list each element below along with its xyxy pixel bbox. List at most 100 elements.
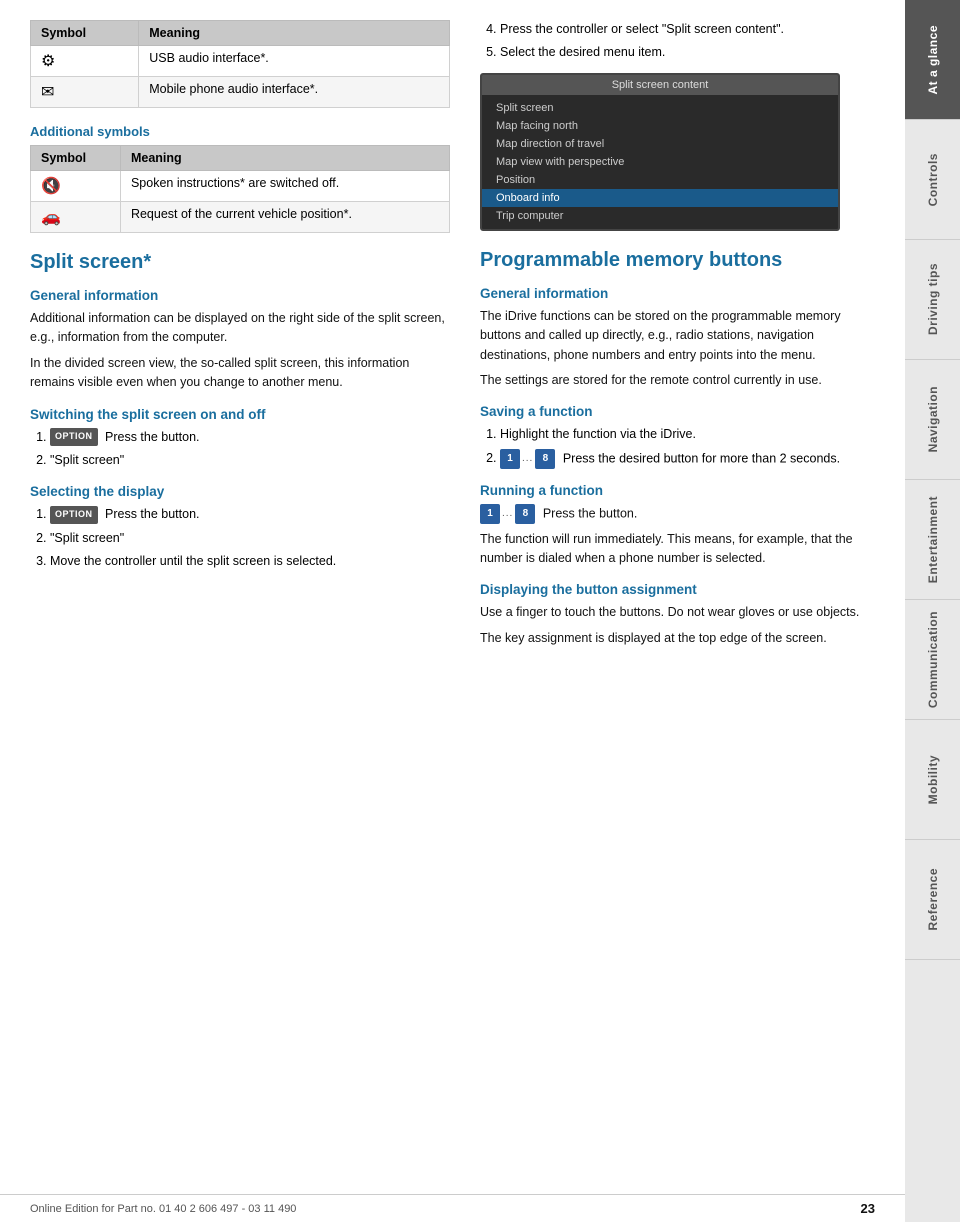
general-info-heading-left: General information: [30, 288, 450, 303]
running-step-label: Press the button.: [543, 506, 638, 520]
displaying-heading: Displaying the button assignment: [480, 582, 875, 597]
gen-info-text-2: The settings are stored for the remote c…: [480, 371, 875, 390]
list-item: Move the controller until the split scre…: [50, 552, 450, 571]
selecting-steps-list: OPTION Press the button. "Split screen" …: [30, 505, 450, 571]
sidebar-tab-label: At a glance: [926, 25, 940, 95]
meaning-col-header-2: Meaning: [120, 146, 449, 171]
btn-8-run-icon: 8: [515, 504, 535, 524]
general-info-text-1: Additional information can be displayed …: [30, 309, 450, 348]
screen-menu-item: Position: [482, 171, 838, 189]
screen-menu-item-highlighted: Onboard info: [482, 189, 838, 207]
symbol-cell: ⚙: [31, 46, 139, 77]
button-group-save: 1 ... 8: [500, 449, 555, 469]
sidebar-tab-navigation[interactable]: Navigation: [905, 360, 960, 480]
gen-info-text-1: The iDrive functions can be stored on th…: [480, 307, 875, 365]
table-row: 🔇 Spoken instructions* are switched off.: [31, 171, 450, 202]
table-row: ✉ Mobile phone audio interface*.: [31, 77, 450, 108]
sidebar-tab-label: Navigation: [926, 386, 940, 452]
programmable-heading: Programmable memory buttons: [480, 249, 875, 272]
screen-menu-item: Split screen: [482, 99, 838, 117]
symbol-cell: ✉: [31, 77, 139, 108]
sidebar-tab-label: Reference: [926, 868, 940, 931]
running-text: The function will run immediately. This …: [480, 530, 875, 569]
option-button-icon: OPTION: [50, 428, 98, 446]
screen-menu-item: Map direction of travel: [482, 135, 838, 153]
selecting-step-1: Press the button.: [105, 507, 200, 521]
dots-icon: ...: [522, 451, 533, 467]
meaning-cell: Request of the current vehicle position*…: [120, 202, 449, 233]
sidebar-tab-label: Entertainment: [926, 496, 940, 583]
sidebar-tab-label: Controls: [926, 153, 940, 206]
list-item: Press the controller or select "Split sc…: [500, 20, 875, 39]
selecting-heading: Selecting the display: [30, 484, 450, 499]
screen-image: Split screen content Split screen Map fa…: [480, 73, 840, 231]
page-container: Symbol Meaning ⚙ USB audio interface*. ✉: [0, 0, 960, 1222]
screen-menu-item: Map facing north: [482, 117, 838, 135]
list-item: OPTION Press the button.: [50, 428, 450, 447]
sidebar-tab-communication[interactable]: Communication: [905, 600, 960, 720]
speaker-off-icon: 🔇: [41, 178, 61, 195]
gen-info-heading-right: General information: [480, 286, 875, 301]
symbol-table-1: Symbol Meaning ⚙ USB audio interface*. ✉: [30, 20, 450, 108]
symbol-table-2: Symbol Meaning 🔇 Spoken instructions* ar…: [30, 145, 450, 233]
list-item: 1 ... 8 Press the desired button for mor…: [500, 449, 875, 469]
screen-menu-item: Map view with perspective: [482, 153, 838, 171]
option-button-icon-2: OPTION: [50, 506, 98, 524]
saving-steps-list: Highlight the function via the iDrive. 1…: [480, 425, 875, 468]
list-item: OPTION Press the button.: [50, 505, 450, 524]
saving-step-2-text: Press the desired button for more than 2…: [563, 451, 840, 465]
symbol-cell: 🚗: [31, 202, 121, 233]
list-item: "Split screen": [50, 529, 450, 548]
left-column: Symbol Meaning ⚙ USB audio interface*. ✉: [30, 20, 450, 1182]
button-group-run: 1 ... 8: [480, 504, 535, 524]
btn-1-icon: 1: [500, 449, 520, 469]
running-step-p: 1 ... 8 Press the button.: [480, 504, 875, 524]
table-row: ⚙ USB audio interface*.: [31, 46, 450, 77]
page-number: 23: [861, 1201, 875, 1216]
list-item: Highlight the function via the iDrive.: [500, 425, 875, 444]
right-sidebar: At a glance Controls Driving tips Naviga…: [905, 0, 960, 1222]
switching-steps-list: OPTION Press the button. "Split screen": [30, 428, 450, 471]
general-info-text-2: In the divided screen view, the so-calle…: [30, 354, 450, 393]
phone-icon: ✉: [41, 84, 54, 101]
sidebar-tab-label: Driving tips: [926, 263, 940, 335]
switching-step-1: Press the button.: [105, 430, 200, 444]
meaning-cell: USB audio interface*.: [139, 46, 450, 77]
online-edition-text: Online Edition for Part no. 01 40 2 606 …: [30, 1203, 296, 1215]
symbol-col-header-2: Symbol: [31, 146, 121, 171]
symbol-cell: 🔇: [31, 171, 121, 202]
sidebar-tab-driving-tips[interactable]: Driving tips: [905, 240, 960, 360]
split-screen-heading: Split screen*: [30, 251, 450, 274]
switching-heading: Switching the split screen on and off: [30, 407, 450, 422]
main-content: Symbol Meaning ⚙ USB audio interface*. ✉: [0, 0, 905, 1222]
saving-heading: Saving a function: [480, 404, 875, 419]
btn-1-run-icon: 1: [480, 504, 500, 524]
sidebar-tab-mobility[interactable]: Mobility: [905, 720, 960, 840]
running-heading: Running a function: [480, 483, 875, 498]
right-column: Press the controller or select "Split sc…: [480, 20, 875, 1182]
meaning-col-header: Meaning: [139, 21, 450, 46]
sidebar-tab-entertainment[interactable]: Entertainment: [905, 480, 960, 600]
list-item: Select the desired menu item.: [500, 43, 875, 62]
sidebar-tab-reference[interactable]: Reference: [905, 840, 960, 960]
meaning-cell: Mobile phone audio interface*.: [139, 77, 450, 108]
sidebar-tab-at-a-glance[interactable]: At a glance: [905, 0, 960, 120]
list-item: "Split screen": [50, 451, 450, 470]
symbol-col-header: Symbol: [31, 21, 139, 46]
sidebar-tab-controls[interactable]: Controls: [905, 120, 960, 240]
sidebar-tab-label: Mobility: [926, 755, 940, 804]
screen-menu: Split screen Map facing north Map direct…: [482, 95, 838, 229]
car-position-icon: 🚗: [41, 209, 61, 226]
screen-title-bar: Split screen content: [482, 75, 838, 95]
screen-menu-item: Trip computer: [482, 207, 838, 225]
btn-8-icon: 8: [535, 449, 555, 469]
displaying-text-2: The key assignment is displayed at the t…: [480, 629, 875, 648]
additional-symbols-label: Additional symbols: [30, 124, 450, 139]
meaning-cell: Spoken instructions* are switched off.: [120, 171, 449, 202]
table-row: 🚗 Request of the current vehicle positio…: [31, 202, 450, 233]
dots-run-icon: ...: [502, 506, 513, 522]
page-footer: Online Edition for Part no. 01 40 2 606 …: [0, 1194, 905, 1222]
displaying-text-1: Use a finger to touch the buttons. Do no…: [480, 603, 875, 622]
steps-4-5-list: Press the controller or select "Split sc…: [480, 20, 875, 63]
sidebar-tab-label: Communication: [926, 611, 940, 708]
